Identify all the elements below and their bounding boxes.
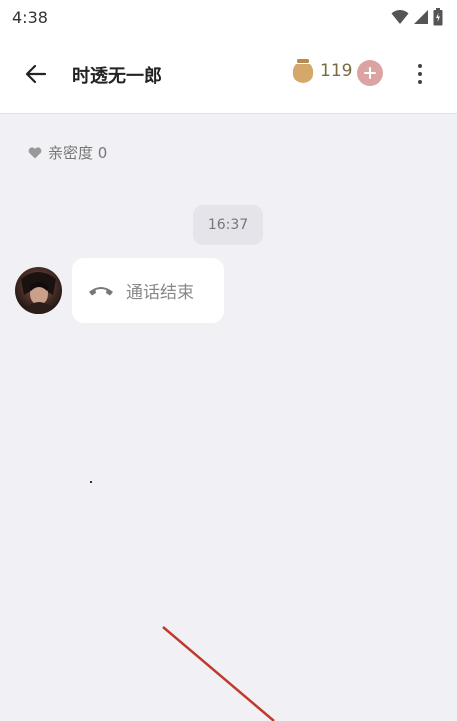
annotation-line: [162, 626, 275, 721]
